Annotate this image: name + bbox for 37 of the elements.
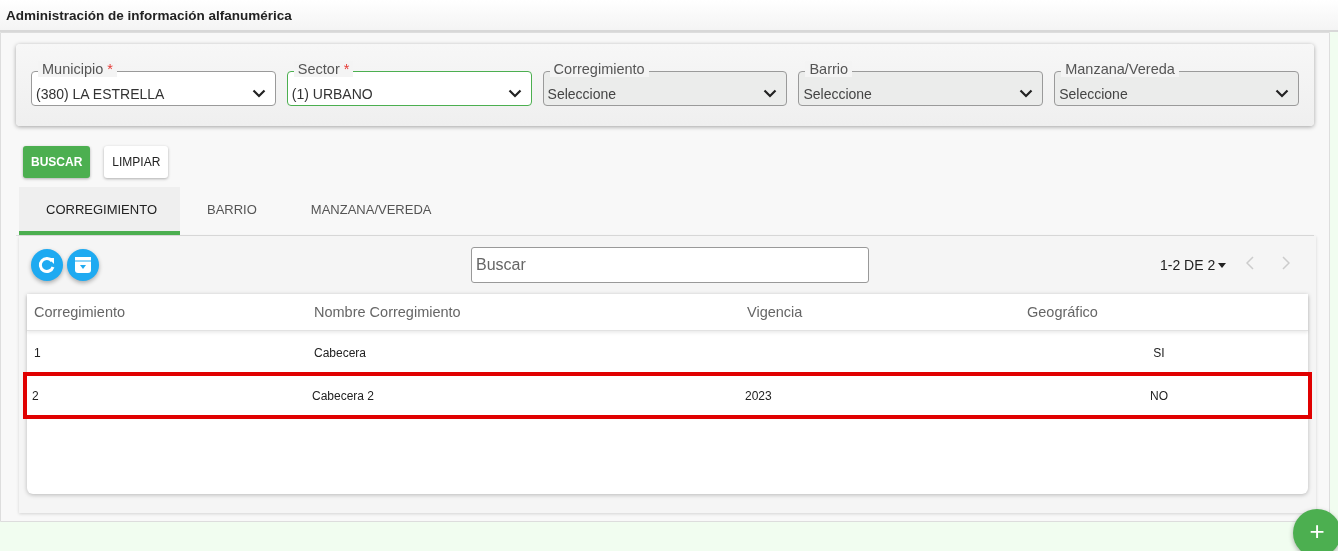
page-title: Administración de información alfanumérica (6, 7, 292, 23)
archive-icon (74, 256, 92, 274)
table-cell-text: Cabecera (313, 345, 368, 360)
download-button[interactable] (67, 249, 99, 281)
clear-button[interactable]: LIMPIAR (104, 146, 169, 178)
column-header: Nombre Corregimiento (313, 304, 462, 320)
column-header: Vigencia (746, 304, 804, 320)
refresh-icon (38, 256, 56, 274)
refresh-button[interactable] (31, 249, 63, 281)
search-field[interactable]: Buscar (471, 247, 869, 283)
field-label: Manzana/Vereda (1061, 61, 1179, 77)
field-label: Sector * (293, 61, 354, 77)
table-cell-text: NO (1149, 388, 1169, 403)
chevron-down-icon (1275, 89, 1289, 98)
next-page-icon[interactable] (1282, 256, 1290, 270)
tab[interactable]: CORREGIMIENTO (19, 187, 180, 235)
chevron-down-icon (763, 89, 778, 98)
tab[interactable]: BARRIO (180, 187, 284, 235)
chevron-down-icon (1019, 89, 1034, 98)
column-header: Corregimiento (33, 304, 127, 320)
table-row[interactable]: 1 Cabecera SI (27, 331, 1308, 374)
chevron-down-icon (251, 89, 266, 98)
field-label: Municipio * (38, 61, 117, 77)
table-cell-text: SI (1152, 345, 1166, 360)
field-label: Barrio (805, 61, 853, 77)
chevron-down-icon (507, 89, 522, 98)
tab[interactable]: MANZANA/VEREDA (283, 187, 459, 235)
table-cell-text: 1 (33, 345, 42, 360)
previous-page-icon[interactable] (1246, 256, 1254, 270)
field-label: Corregimiento (549, 61, 649, 77)
highlighted-row[interactable]: 2 Cabecera 2 2023 NO (25, 374, 1310, 417)
caret-icon (1218, 262, 1227, 268)
table-cell-text: 2023 (744, 388, 773, 403)
column-header: Geográfico (1026, 304, 1099, 320)
pagination-dropdown[interactable]: 1-2 DE 2 (1160, 257, 1227, 273)
table-cell-text: 2 (31, 388, 40, 403)
table-cell-text: Cabecera 2 (311, 388, 376, 403)
